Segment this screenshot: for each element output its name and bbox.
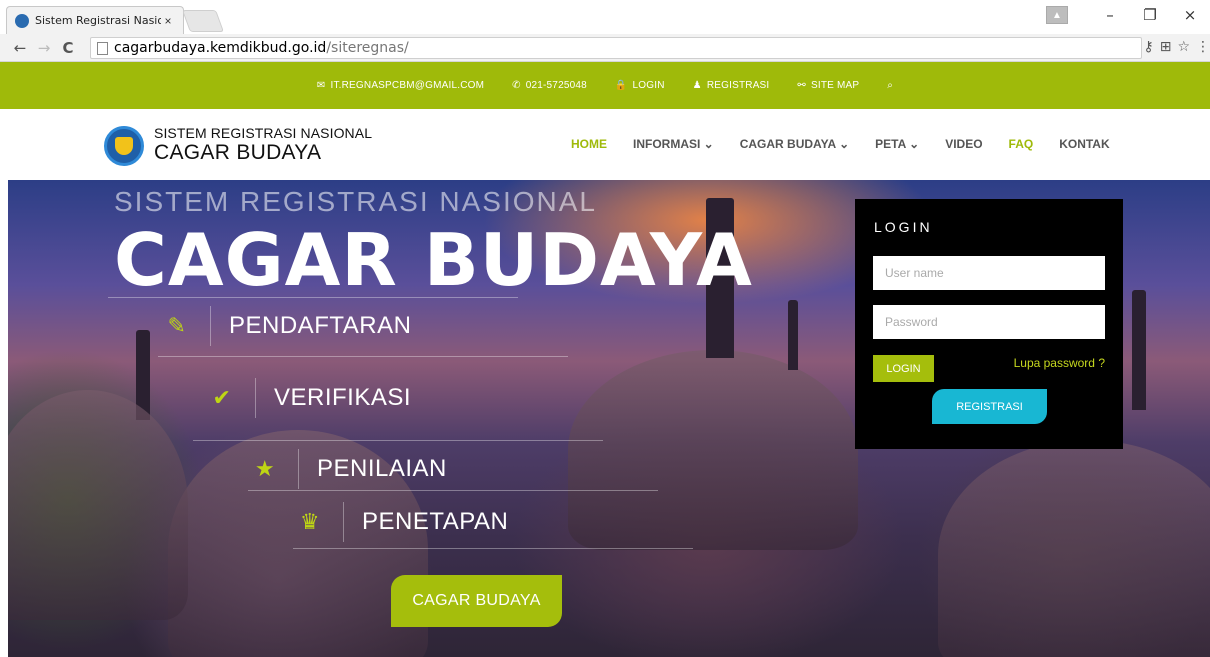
browser-tab-strip: Sistem Registrasi Nasional × ▲ – ❐ × [0, 0, 1210, 34]
reload-button[interactable]: C [56, 39, 80, 57]
hero-photo-stupa [8, 390, 188, 620]
step-label: PENETAPAN [362, 508, 509, 535]
login-button[interactable]: LOGIN [873, 355, 934, 382]
tab-title: Sistem Registrasi Nasional [35, 14, 161, 27]
lock-icon: 🔒 [614, 80, 628, 91]
window-controls: ▲ – ❐ × [1046, 0, 1210, 30]
email-link[interactable]: ✉ IT.REGNASPCBM@GMAIL.COM [317, 80, 484, 91]
divider-line [193, 440, 603, 441]
hero-photo-stupa [938, 440, 1210, 657]
minimize-button[interactable]: – [1090, 6, 1130, 24]
sitemap-text: SITE MAP [811, 80, 860, 91]
main-nav: HOME INFORMASI ⌄ CAGAR BUDAYA ⌄ PETA ⌄ V… [571, 137, 1136, 151]
browser-tab[interactable]: Sistem Registrasi Nasional × [6, 6, 184, 34]
nav-faq[interactable]: FAQ [1009, 137, 1034, 151]
brand-text[interactable]: SISTEM REGISTRASI NASIONAL CAGAR BUDAYA [154, 126, 372, 163]
nav-home[interactable]: HOME [571, 137, 607, 151]
address-bar-row: ← → C cagarbudaya.kemdikbud.go.id/sitere… [0, 34, 1210, 62]
top-login-text: LOGIN [632, 80, 665, 91]
translate-icon[interactable]: ⊞ [1160, 39, 1172, 55]
divider-line [293, 548, 693, 549]
address-bar-actions: ⚷ ⊞ ☆ ⋮ [1143, 39, 1210, 55]
hero-photo-spire [1132, 290, 1146, 410]
pencil-icon: ✎ [167, 313, 187, 339]
close-window-button[interactable]: × [1170, 6, 1210, 24]
url-path: /siteregnas/ [326, 40, 409, 56]
divider-line [255, 378, 256, 418]
step-label: PENILAIAN [317, 455, 447, 482]
step-verifikasi: ✔ VERIFIKASI [203, 378, 411, 418]
top-contact-bar: ✉ IT.REGNASPCBM@GMAIL.COM ✆ 021-5725048 … [0, 62, 1210, 109]
sitemap-icon: ⚯ [797, 80, 807, 91]
phone-text: 021-5725048 [525, 80, 587, 91]
divider-line [298, 449, 299, 489]
back-button[interactable]: ← [8, 39, 32, 57]
search-button[interactable]: ⌕ [887, 80, 893, 91]
email-text: IT.REGNASPCBM@GMAIL.COM [330, 80, 485, 91]
menu-icon[interactable]: ⋮ [1196, 39, 1210, 55]
top-registrasi-text: REGISTRASI [706, 80, 770, 91]
brand-line1: SISTEM REGISTRASI NASIONAL [154, 125, 373, 141]
forward-button[interactable]: → [32, 39, 56, 57]
brand-line2: CAGAR BUDAYA [154, 141, 322, 164]
phone-icon: ✆ [512, 80, 521, 91]
search-icon: ⌕ [887, 80, 894, 91]
user-icon: ♟ [692, 80, 702, 91]
step-penetapan: ♛ PENETAPAN [291, 502, 508, 542]
forgot-password-link[interactable]: Lupa password ? [1014, 356, 1105, 370]
login-panel: LOGIN LOGIN Lupa password ? REGISTRASI [855, 199, 1123, 449]
password-input[interactable] [873, 305, 1105, 339]
nav-kontak[interactable]: KONTAK [1059, 137, 1109, 151]
username-input[interactable] [873, 256, 1105, 290]
divider-line [158, 356, 568, 357]
page-icon [97, 41, 108, 55]
hero-photo-stupa [568, 350, 858, 550]
divider-line [248, 490, 658, 491]
nav-peta[interactable]: PETA ⌄ [875, 137, 919, 151]
hero-photo-spire [788, 300, 798, 370]
top-registrasi-link[interactable]: ♟ REGISTRASI [693, 80, 770, 91]
phone-link[interactable]: ✆ 021-5725048 [512, 80, 587, 91]
step-label: PENDAFTARAN [229, 312, 412, 339]
key-icon[interactable]: ⚷ [1143, 39, 1153, 55]
login-title: LOGIN [874, 219, 933, 235]
divider-line [210, 306, 211, 346]
step-penilaian: ★ PENILAIAN [246, 449, 447, 489]
nav-cagar-budaya[interactable]: CAGAR BUDAYA ⌄ [740, 137, 849, 151]
nav-informasi[interactable]: INFORMASI ⌄ [633, 137, 714, 151]
trophy-icon: ♛ [299, 509, 321, 535]
site-logo[interactable] [104, 126, 144, 166]
sitemap-link[interactable]: ⚯ SITE MAP [797, 80, 859, 91]
site-favicon-icon [15, 13, 29, 28]
new-tab-button[interactable] [181, 10, 225, 32]
cagar-budaya-cta-button[interactable]: CAGAR BUDAYA [391, 575, 562, 627]
hero-title: CAGAR BUDAYA [114, 218, 753, 302]
step-label: VERIFIKASI [274, 384, 412, 411]
url-input[interactable]: cagarbudaya.kemdikbud.go.id/siteregnas/ [90, 37, 1142, 59]
restore-button[interactable]: ❐ [1130, 6, 1170, 24]
profile-icon[interactable]: ▲ [1046, 6, 1068, 24]
envelope-icon: ✉ [316, 80, 326, 91]
site-header: SISTEM REGISTRASI NASIONAL CAGAR BUDAYA … [0, 109, 1210, 180]
star-icon: ★ [254, 456, 276, 482]
divider-line [108, 297, 518, 298]
check-icon: ✔ [212, 385, 232, 411]
url-host: cagarbudaya.kemdikbud.go.id [114, 40, 327, 56]
registrasi-button[interactable]: REGISTRASI [932, 389, 1047, 424]
step-pendaftaran: ✎ PENDAFTARAN [158, 306, 411, 346]
divider-line [343, 502, 344, 542]
tab-close-icon[interactable]: × [161, 14, 175, 28]
nav-video[interactable]: VIDEO [945, 137, 982, 151]
bookmark-star-icon[interactable]: ☆ [1177, 39, 1190, 55]
top-login-link[interactable]: 🔒 LOGIN [615, 80, 665, 91]
hero-subtitle: SISTEM REGISTRASI NASIONAL [114, 186, 597, 217]
